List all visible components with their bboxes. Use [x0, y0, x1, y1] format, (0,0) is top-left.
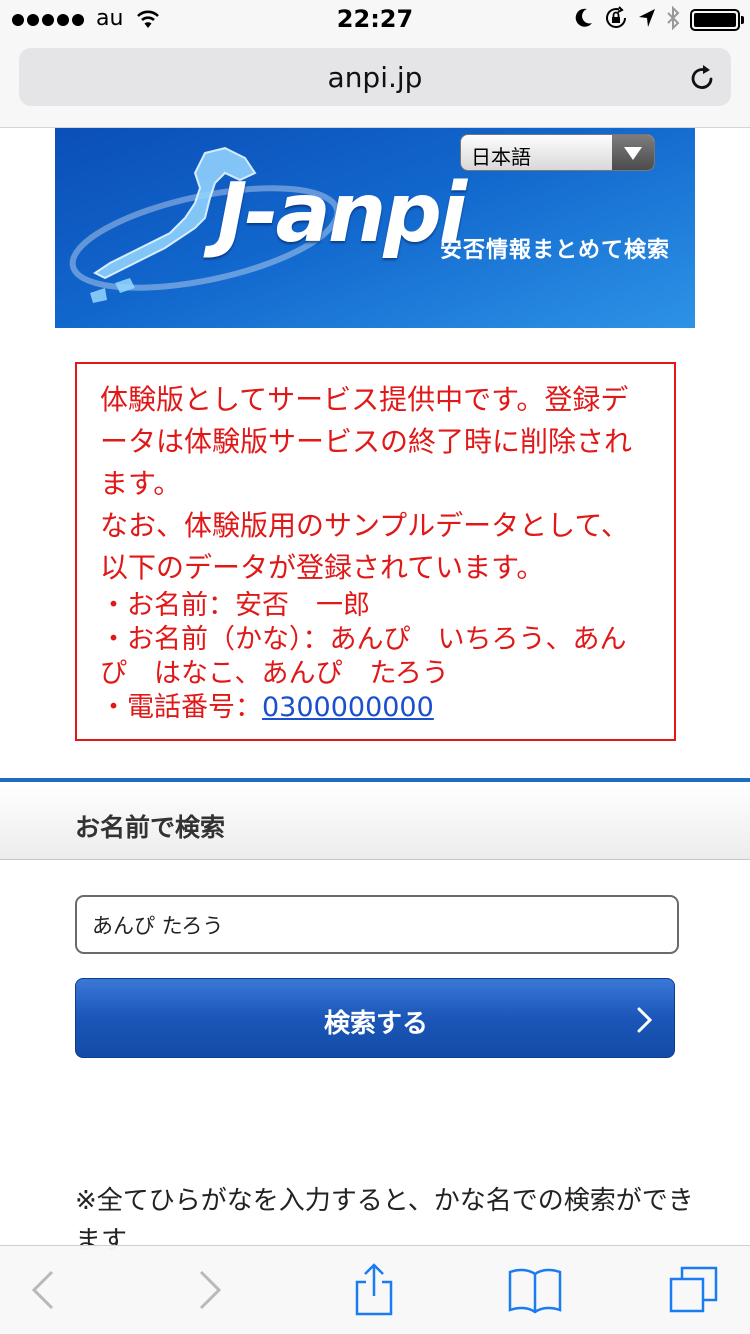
trial-notice-box: 体験版としてサービス提供中です。登録データは体験版サービスの終了時に削除されます…: [75, 362, 676, 741]
notice-item-phone: ・電話番号：0300000000: [100, 691, 652, 725]
notice-item-kana: ・お名前（かな）：あんぴ いちろう、あんぴ はなこ、あんぴ たろう: [100, 624, 627, 689]
bookmarks-icon[interactable]: [508, 1266, 562, 1318]
back-chevron-icon[interactable]: [30, 1268, 56, 1316]
site-banner: 日本語 J-anpi 安否情報まとめて検索: [55, 128, 695, 328]
rotation-lock-icon: [604, 6, 628, 34]
phone-link[interactable]: 0300000000: [262, 692, 434, 723]
tabs-icon[interactable]: [668, 1264, 720, 1318]
battery-icon: [690, 9, 744, 31]
name-search-input[interactable]: [75, 895, 679, 954]
forward-chevron-icon[interactable]: [197, 1268, 223, 1316]
site-logo: J-anpi: [217, 166, 467, 261]
reload-icon[interactable]: [689, 62, 717, 96]
url-text[interactable]: anpi.jp: [19, 61, 731, 94]
section-title: お名前で検索: [75, 813, 226, 842]
address-bar[interactable]: anpi.jp: [19, 48, 731, 106]
search-button[interactable]: 検索する: [75, 978, 675, 1058]
browser-address-area: anpi.jp: [0, 40, 750, 128]
phone-label: ・電話番号：: [100, 692, 262, 723]
notice-paragraph-2: なお、体験版用のサンプルデータとして、以下のデータが登録されています。: [100, 509, 629, 584]
notice-item-name: ・お名前：安否 一郎: [100, 590, 370, 621]
search-section-header: お名前で検索: [0, 778, 750, 860]
chevron-right-icon: [636, 1005, 654, 1039]
browser-toolbar: [0, 1245, 750, 1334]
dropdown-arrow-icon[interactable]: [612, 135, 654, 170]
bluetooth-icon: [666, 5, 680, 34]
share-icon[interactable]: [352, 1262, 396, 1322]
status-bar: au 22:27: [0, 0, 750, 40]
language-select-value: 日本語: [471, 145, 531, 169]
search-button-label: 検索する: [323, 1009, 428, 1039]
location-arrow-icon: [638, 8, 656, 32]
language-select[interactable]: 日本語: [460, 134, 655, 171]
notice-paragraph-1: 体験版としてサービス提供中です。登録データは体験版サービスの終了時に削除されます…: [100, 383, 633, 500]
moon-icon: [574, 7, 594, 33]
site-tagline: 安否情報まとめて検索: [440, 238, 671, 263]
